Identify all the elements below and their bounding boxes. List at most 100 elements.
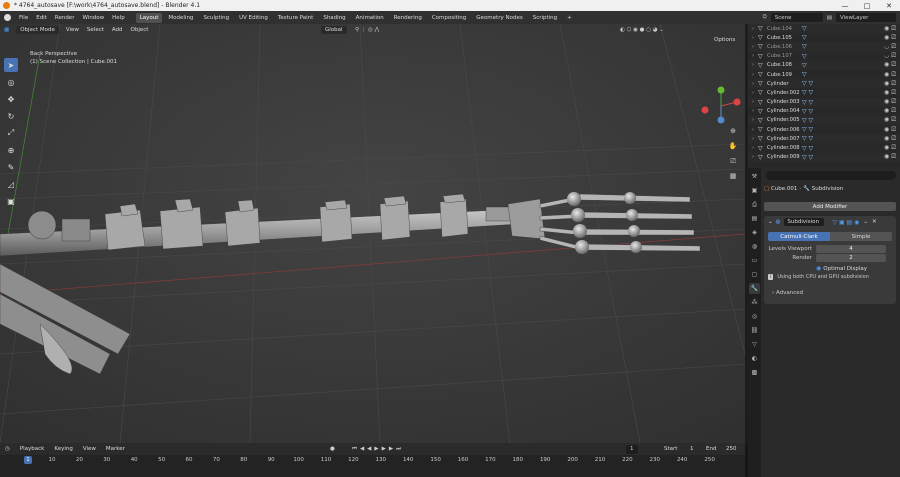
tab-scripting[interactable]: Scripting: [529, 13, 561, 23]
tab-rendering[interactable]: Rendering: [390, 13, 426, 23]
menu-help[interactable]: Help: [108, 15, 129, 21]
data-tab-icon[interactable]: ▽: [749, 339, 760, 350]
outliner-row[interactable]: › ▽ Cylinder.006 ▽ ▽ ◉ ⎚: [748, 125, 900, 134]
current-frame-field[interactable]: 1: [626, 444, 638, 454]
visibility-icon[interactable]: ◡ ⎚: [884, 43, 896, 51]
outliner-row[interactable]: › ▽ Cylinder.009 ▽ ▽ ◉ ⎚: [748, 152, 900, 162]
tool-tab-icon[interactable]: ⚒: [749, 171, 760, 182]
add-workspace-button[interactable]: +: [563, 13, 576, 23]
editor-type-icon[interactable]: ▦: [0, 27, 13, 33]
outliner-row[interactable]: › ▽ Cube.107 ▽ ◡ ⎚: [748, 52, 900, 61]
menu-marker[interactable]: Marker: [101, 446, 130, 452]
perspective-toggle-icon[interactable]: ▦: [727, 169, 739, 184]
camera-view-icon[interactable]: ⎚: [727, 154, 739, 169]
tab-layout[interactable]: Layout: [135, 12, 163, 23]
visibility-icon[interactable]: ◉ ⎚: [884, 71, 896, 79]
menu-timeline-view[interactable]: View: [78, 446, 101, 452]
visibility-icon[interactable]: ◡ ⎚: [884, 52, 896, 60]
minimize-button[interactable]: —: [834, 0, 856, 11]
levels-viewport-field[interactable]: 4: [816, 244, 886, 253]
output-tab-icon[interactable]: ⎙: [749, 199, 760, 210]
move-tool-icon[interactable]: ✥: [4, 92, 18, 106]
modifier-toggle-icons[interactable]: ▽ ▣ ▤ ◉: [832, 219, 859, 226]
visibility-icon[interactable]: ◉ ⎚: [884, 25, 896, 33]
outliner-row[interactable]: › ▽ Cylinder ▽ ▽ ◉ ⎚: [748, 79, 900, 89]
tab-modeling[interactable]: Modeling: [164, 13, 197, 23]
menu-add[interactable]: Add: [108, 27, 127, 33]
timeline-editor-icon[interactable]: ◷: [0, 446, 15, 452]
visibility-icon[interactable]: ◉ ⎚: [884, 153, 896, 161]
transform-orientation[interactable]: Global: [321, 25, 347, 34]
properties-search[interactable]: [766, 171, 896, 180]
zoom-icon[interactable]: ⊕: [727, 124, 739, 139]
tab-sculpting[interactable]: Sculpting: [199, 13, 233, 23]
visibility-icon[interactable]: ◉ ⎚: [884, 61, 896, 69]
menu-view[interactable]: View: [62, 27, 83, 33]
outliner-row[interactable]: › ▽ Cylinder.004 ▽ ▽ ◉ ⎚: [748, 107, 900, 116]
menu-keying[interactable]: Keying: [49, 446, 77, 452]
remove-modifier-icon[interactable]: ✕: [872, 219, 877, 225]
menu-file[interactable]: File: [15, 15, 32, 21]
options-dropdown[interactable]: Options: [714, 37, 735, 43]
visibility-icon[interactable]: ◉ ⎚: [884, 107, 896, 115]
transform-tool-icon[interactable]: ⊕: [4, 143, 18, 157]
render-tab-icon[interactable]: ▣: [749, 185, 760, 196]
view-layer-tab-icon[interactable]: ▤: [749, 213, 760, 224]
menu-playback[interactable]: Playback: [15, 446, 50, 452]
view-layer-selector[interactable]: ViewLayer: [836, 13, 896, 22]
outliner-row[interactable]: › ▽ Cube.108 ▽ ◉ ⎚: [748, 60, 900, 70]
menu-select[interactable]: Select: [83, 27, 108, 33]
tab-texture-paint[interactable]: Texture Paint: [274, 13, 318, 23]
outliner-row[interactable]: › ▽ Cylinder.005 ▽ ▽ ◉ ⎚: [748, 115, 900, 126]
modifier-tab-icon[interactable]: 🔧: [749, 283, 760, 294]
constraints-tab-icon[interactable]: ⛓: [749, 325, 760, 336]
catmull-clark-option[interactable]: Catmull-Clark: [768, 232, 830, 241]
menu-edit[interactable]: Edit: [32, 15, 51, 21]
outliner-row[interactable]: › ▽ Cylinder.002 ▽ ▽ ◉ ⎚: [748, 88, 900, 97]
tab-compositing[interactable]: Compositing: [428, 13, 470, 23]
annotate-tool-icon[interactable]: ✎: [4, 160, 18, 174]
blender-menu-icon[interactable]: [4, 14, 11, 21]
outliner-row[interactable]: › ▽ Cylinder.007 ▽ ▽ ◉ ⎚: [748, 134, 900, 144]
outliner-row[interactable]: › ▽ Cube.106 ▽ ◡ ⎚: [748, 42, 900, 52]
tab-animation[interactable]: Animation: [352, 13, 388, 23]
measure-tool-icon[interactable]: ◿: [4, 177, 18, 191]
mode-selector[interactable]: Object Mode: [16, 25, 59, 34]
viewport-shading-icons[interactable]: ◐ ⬡ ◉ ● ○ ◕ ⌄: [620, 27, 664, 33]
3d-viewport[interactable]: ▦ Object Mode View Select Add Object Glo…: [0, 24, 745, 443]
physics-tab-icon[interactable]: ◎: [749, 311, 760, 322]
maximize-button[interactable]: □: [856, 0, 878, 11]
material-tab-icon[interactable]: ◐: [749, 353, 760, 364]
start-field[interactable]: 1: [690, 446, 694, 452]
tab-uv-editing[interactable]: UV Editing: [235, 13, 272, 23]
texture-tab-icon[interactable]: ▩: [749, 367, 760, 378]
menu-render[interactable]: Render: [51, 15, 79, 21]
object-tab-icon[interactable]: ▢: [749, 269, 760, 280]
visibility-icon[interactable]: ◉ ⎚: [884, 89, 896, 97]
menu-window[interactable]: Window: [78, 15, 108, 21]
snap-icon[interactable]: ⚲ ⋮ ◎ ⋀: [355, 27, 379, 33]
collapse-icon[interactable]: ⌄: [768, 219, 773, 225]
visibility-icon[interactable]: ◉ ⎚: [884, 34, 896, 42]
advanced-section[interactable]: › Advanced: [772, 290, 803, 296]
scene-tab-icon[interactable]: ◈: [749, 227, 760, 238]
tab-geometry-nodes[interactable]: Geometry Nodes: [472, 13, 526, 23]
render-levels-field[interactable]: 2: [816, 253, 886, 262]
record-icon[interactable]: ●: [330, 446, 335, 452]
visibility-icon[interactable]: ◉ ⎚: [884, 135, 896, 143]
collection-tab-icon[interactable]: ▭: [749, 255, 760, 266]
modifier-menu-icon[interactable]: ⌄: [863, 219, 868, 225]
add-cube-tool-icon[interactable]: ▣: [4, 194, 18, 208]
world-tab-icon[interactable]: ◍: [749, 241, 760, 252]
simple-option[interactable]: Simple: [830, 232, 892, 241]
rotate-tool-icon[interactable]: ↻: [4, 109, 18, 123]
outliner-row[interactable]: › ▽ Cube.109 ▽ ◉ ⎚: [748, 70, 900, 79]
outliner-row[interactable]: › ▽ Cube.104 ▽ ◉ ⎚: [748, 24, 900, 34]
visibility-icon[interactable]: ◉ ⎚: [884, 144, 896, 152]
tab-shading[interactable]: Shading: [319, 13, 349, 23]
outliner-row[interactable]: › ▽ Cylinder.003 ▽ ▽ ◉ ⎚: [748, 97, 900, 107]
end-field[interactable]: 250: [726, 446, 737, 452]
visibility-icon[interactable]: ◉ ⎚: [884, 80, 896, 88]
visibility-icon[interactable]: ◉ ⎚: [884, 98, 896, 106]
pan-hand-icon[interactable]: ✋: [727, 139, 739, 154]
